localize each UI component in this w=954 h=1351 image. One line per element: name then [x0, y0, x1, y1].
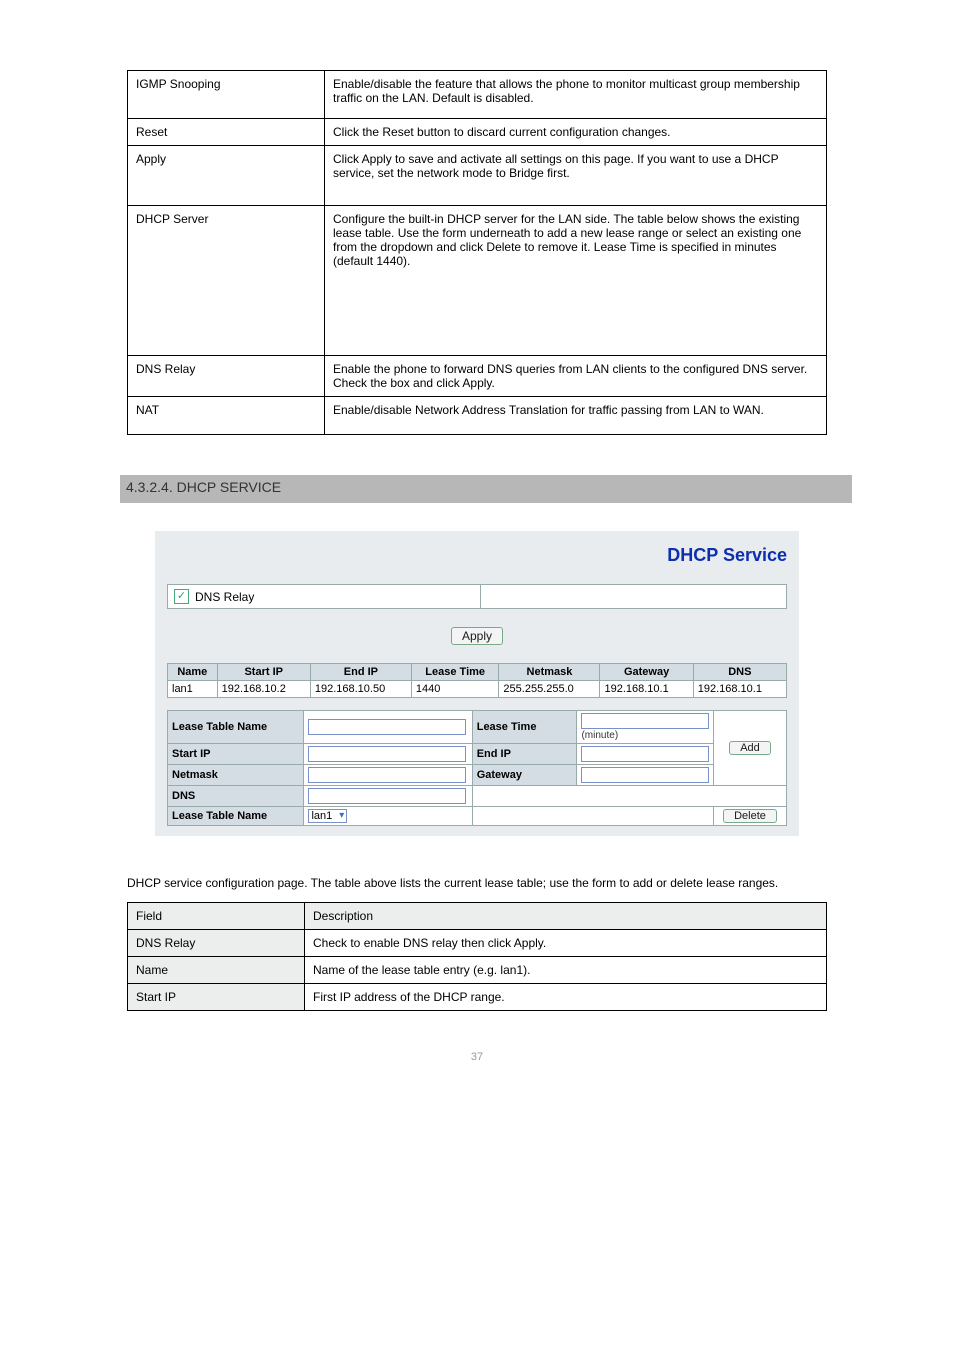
- col-netmask: Netmask: [499, 664, 600, 681]
- section-heading: 4.3.2.4. DHCP SERVICE: [120, 475, 852, 503]
- cell: Name of the lease table entry (e.g. lan1…: [305, 957, 827, 984]
- cell: Apply: [128, 146, 325, 206]
- panel-title: DHCP Service: [167, 541, 787, 584]
- col-gateway: Gateway: [600, 664, 693, 681]
- cell: IGMP Snooping: [128, 71, 325, 119]
- cell: Configure the built-in DHCP server for t…: [325, 206, 827, 356]
- col-lease-time: Lease Time: [411, 664, 499, 681]
- caption-text: DHCP service configuration page. The tab…: [127, 876, 827, 890]
- cell: Enable/disable Network Address Translati…: [325, 397, 827, 435]
- cell: Start IP: [128, 984, 305, 1011]
- cell: Description: [305, 903, 827, 930]
- cell: NAT: [128, 397, 325, 435]
- page-number: 37: [120, 1051, 834, 1063]
- input-dns[interactable]: [308, 788, 465, 804]
- lease-table-select[interactable]: lan1: [308, 809, 347, 823]
- cell: Check to enable DNS relay then click App…: [305, 930, 827, 957]
- add-button[interactable]: Add: [729, 741, 771, 755]
- dhcp-service-panel: DHCP Service ✓ DNS Relay Apply Name Star…: [155, 531, 799, 836]
- cell: Field: [128, 903, 305, 930]
- input-lease-table-name[interactable]: [308, 719, 465, 735]
- cell: DNS Relay: [128, 930, 305, 957]
- cell: Click Apply to save and activate all set…: [325, 146, 827, 206]
- dns-relay-row: ✓ DNS Relay: [167, 584, 787, 609]
- cell: Enable/disable the feature that allows t…: [325, 71, 827, 119]
- input-netmask[interactable]: [308, 767, 465, 783]
- col-name: Name: [168, 664, 218, 681]
- minute-label: (minute): [581, 730, 618, 741]
- apply-button[interactable]: Apply: [451, 627, 503, 645]
- col-end-ip: End IP: [310, 664, 411, 681]
- label-gateway: Gateway: [472, 765, 577, 786]
- cell: DHCP Server: [128, 206, 325, 356]
- cell: Click the Reset button to discard curren…: [325, 119, 827, 146]
- delete-button[interactable]: Delete: [723, 809, 777, 823]
- table-row: lan1 192.168.10.2 192.168.10.50 1440 255…: [168, 681, 787, 698]
- input-lease-time[interactable]: [581, 713, 708, 729]
- input-start-ip[interactable]: [308, 746, 465, 762]
- label-lease-table-name: Lease Table Name: [168, 711, 304, 744]
- cell: First IP address of the DHCP range.: [305, 984, 827, 1011]
- cell: DNS Relay: [128, 356, 325, 397]
- label-start-ip: Start IP: [168, 744, 304, 765]
- cell: Name: [128, 957, 305, 984]
- input-gateway[interactable]: [581, 767, 708, 783]
- cell: Reset: [128, 119, 325, 146]
- dns-relay-checkbox[interactable]: ✓: [174, 589, 189, 604]
- field-description-table-bottom: Field Description DNS RelayCheck to enab…: [127, 902, 827, 1011]
- input-end-ip[interactable]: [581, 746, 708, 762]
- lease-table: Name Start IP End IP Lease Time Netmask …: [167, 663, 787, 698]
- label-lease-time: Lease Time: [472, 711, 577, 744]
- label-netmask: Netmask: [168, 765, 304, 786]
- col-start-ip: Start IP: [217, 664, 310, 681]
- field-description-table-top: IGMP SnoopingEnable/disable the feature …: [127, 70, 827, 435]
- label-dns: DNS: [168, 786, 304, 807]
- dns-relay-label: DNS Relay: [195, 590, 254, 604]
- cell: Enable the phone to forward DNS queries …: [325, 356, 827, 397]
- label-end-ip: End IP: [472, 744, 577, 765]
- label-lease-table-name-2: Lease Table Name: [168, 807, 304, 826]
- lease-form: Lease Table Name Lease Time (minute) Add…: [167, 710, 787, 826]
- col-dns: DNS: [693, 664, 786, 681]
